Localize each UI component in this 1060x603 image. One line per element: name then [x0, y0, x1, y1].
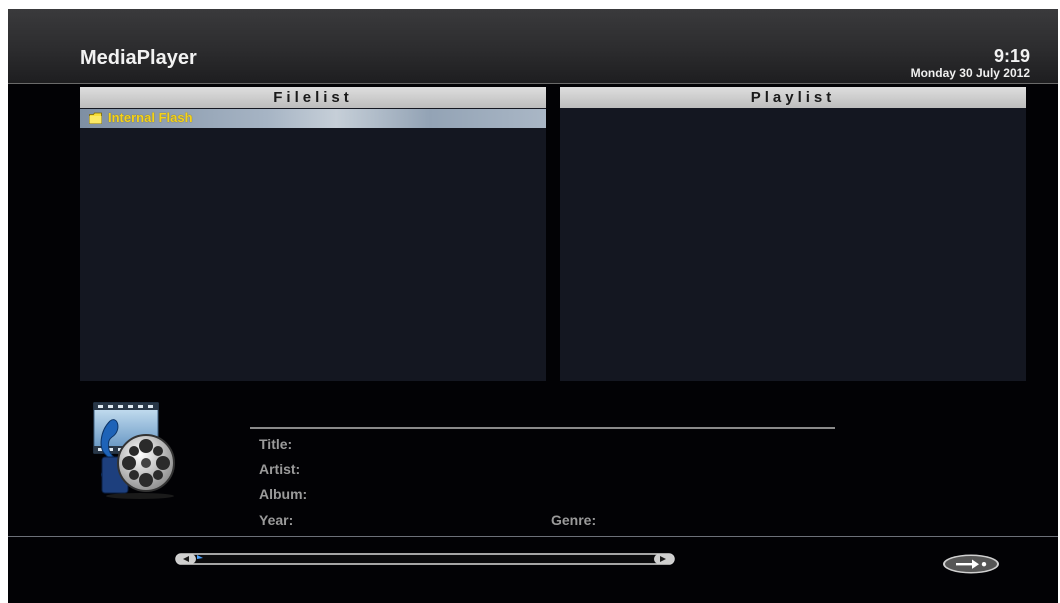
title-label: Title:: [259, 436, 293, 452]
clock-time: 9:19: [993, 46, 1030, 66]
progress-start-cap-icon: [176, 554, 196, 564]
filelist-title: Filelist: [80, 87, 546, 108]
playlist-title: Playlist: [560, 87, 1026, 108]
genre-label: Genre:: [551, 512, 597, 528]
progress-bar[interactable]: [175, 552, 675, 566]
year-label: Year:: [259, 512, 294, 528]
info-divider: [250, 427, 835, 429]
playlist-panel[interactable]: Playlist: [560, 87, 1026, 381]
artist-label: Artist:: [259, 461, 301, 477]
list-item-label: Internal Flash: [108, 110, 193, 125]
next-button[interactable]: [942, 554, 1000, 574]
header-bar: MediaPlayer 9:19 Monday 30 July 2012: [8, 9, 1058, 84]
album-label: Album:: [259, 486, 308, 502]
media-logo-icon: [93, 402, 175, 499]
clock-date: Monday 30 July 2012: [910, 66, 1030, 80]
mediaplayer-screen: MediaPlayer 9:19 Monday 30 July 2012 Fil…: [8, 9, 1058, 603]
footer-divider: [8, 536, 1058, 537]
list-item[interactable]: Internal Flash: [80, 109, 546, 128]
filelist-panel[interactable]: Filelist Internal Flash: [80, 87, 546, 381]
folder-icon: [89, 112, 102, 124]
app-title: MediaPlayer: [80, 47, 197, 69]
progress-end-cap-icon: [654, 554, 674, 564]
